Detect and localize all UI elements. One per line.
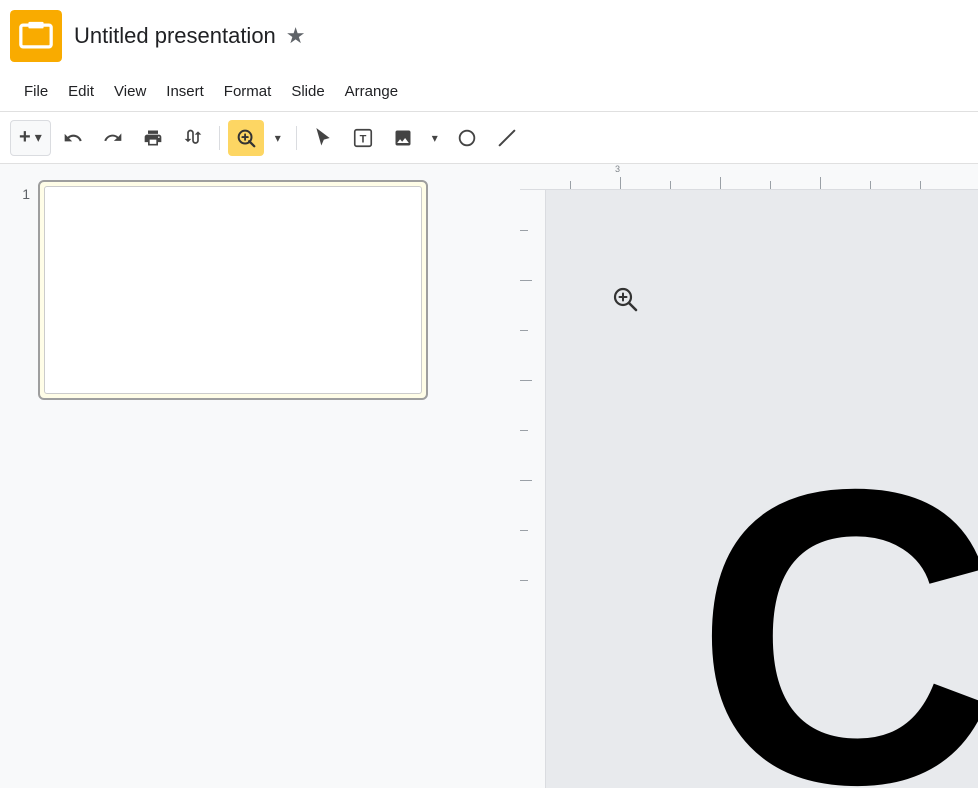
zoom-button[interactable]: [228, 120, 264, 156]
slide-thumb-inner: [44, 186, 422, 394]
ruler-tick: [770, 181, 771, 189]
ruler-label: 3: [615, 164, 620, 174]
toolbar: + ▾ ▾ T ▾: [0, 112, 978, 164]
line-button[interactable]: [489, 120, 525, 156]
title-row: Untitled presentation ★: [74, 23, 306, 49]
ruler-tick-v: [520, 480, 532, 481]
title-bar: Untitled presentation ★: [0, 0, 978, 72]
add-caret-icon: ▾: [35, 129, 42, 146]
slide-panel: 1: [0, 164, 520, 788]
canvas-area: 3 C: [520, 164, 978, 788]
presentation-title[interactable]: Untitled presentation: [74, 23, 276, 49]
ruler-tick: [620, 177, 621, 189]
paint-format-button[interactable]: [175, 120, 211, 156]
ruler-tick: [870, 181, 871, 189]
image-caret-button[interactable]: ▾: [425, 120, 445, 156]
big-letter: C: [695, 428, 978, 788]
menu-insert[interactable]: Insert: [156, 79, 214, 104]
ruler-tick: [920, 181, 921, 189]
ruler-tick-v: [520, 580, 528, 581]
menu-bar: File Edit View Insert Format Slide Arran…: [0, 72, 978, 112]
shape-button[interactable]: [449, 120, 485, 156]
select-button[interactable]: [305, 120, 341, 156]
slide-thumbnail[interactable]: [38, 180, 428, 400]
toolbar-divider-1: [219, 126, 220, 150]
redo-button[interactable]: [95, 120, 131, 156]
slide-number: 1: [10, 180, 30, 202]
ruler-tick: [720, 177, 721, 189]
ruler-tick-v: [520, 280, 532, 281]
ruler-tick-v: [520, 530, 528, 531]
menu-view[interactable]: View: [104, 79, 156, 104]
menu-format[interactable]: Format: [214, 79, 282, 104]
svg-text:T: T: [359, 133, 366, 145]
plus-icon: +: [19, 126, 31, 149]
print-button[interactable]: [135, 120, 171, 156]
add-button[interactable]: + ▾: [10, 120, 51, 156]
ruler-top: 3: [520, 164, 978, 190]
ruler-tick-v: [520, 330, 528, 331]
zoom-caret-button[interactable]: ▾: [268, 120, 288, 156]
menu-arrange[interactable]: Arrange: [335, 79, 408, 104]
image-dropdown-icon: ▾: [432, 131, 438, 145]
undo-button[interactable]: [55, 120, 91, 156]
ruler-tick-v: [520, 380, 532, 381]
app-logo: [10, 10, 62, 62]
title-area: Untitled presentation ★: [74, 23, 306, 49]
zoom-dropdown-icon: ▾: [275, 131, 281, 145]
menu-file[interactable]: File: [14, 79, 58, 104]
ruler-tick: [820, 177, 821, 189]
menu-slide[interactable]: Slide: [281, 79, 334, 104]
ruler-tick: [570, 181, 571, 189]
toolbar-divider-2: [296, 126, 297, 150]
text-button[interactable]: T: [345, 120, 381, 156]
menu-edit[interactable]: Edit: [58, 79, 104, 104]
image-button[interactable]: [385, 120, 421, 156]
canvas-content: C: [546, 190, 978, 788]
main-area: 1 3: [0, 164, 978, 788]
ruler-tick-v: [520, 230, 528, 231]
ruler-tick: [670, 181, 671, 189]
ruler-tick-v: [520, 430, 528, 431]
star-icon[interactable]: ★: [286, 23, 306, 49]
zoom-cursor[interactable]: [611, 285, 639, 319]
ruler-left: [520, 190, 546, 788]
slide-row: 1: [10, 180, 510, 400]
